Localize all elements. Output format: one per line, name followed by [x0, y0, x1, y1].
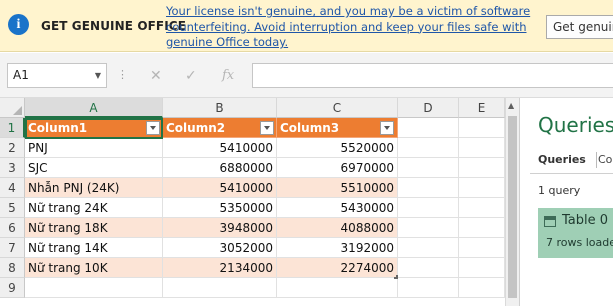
select-all-corner[interactable]	[0, 98, 25, 118]
empty-cell[interactable]	[398, 238, 459, 258]
enter-icon[interactable]: ✓	[185, 68, 197, 84]
notification-message-link[interactable]: Your license isn't genuine, and you may …	[166, 4, 538, 51]
chevron-down-icon[interactable]: ▼	[95, 64, 101, 87]
table-cell[interactable]: SJC	[25, 158, 163, 178]
empty-cell[interactable]	[398, 118, 459, 138]
row-header-9[interactable]: 9	[0, 278, 25, 298]
empty-cell[interactable]	[459, 278, 505, 298]
empty-cell[interactable]	[459, 118, 505, 138]
table-cell[interactable]: 6880000	[163, 158, 277, 178]
table-cell[interactable]: Nữ trang 10K	[25, 258, 163, 278]
pane-title: Queries & Connections	[538, 113, 613, 137]
scrollbar-thumb[interactable]	[508, 116, 517, 298]
empty-cell[interactable]	[398, 218, 459, 238]
vertical-scrollbar[interactable]: ▲	[505, 98, 519, 306]
table-cell[interactable]: 5520000	[277, 138, 398, 158]
table-cell[interactable]: 2274000	[277, 258, 398, 278]
empty-cell[interactable]	[459, 178, 505, 198]
empty-cell[interactable]	[398, 278, 459, 298]
empty-cell[interactable]	[277, 278, 398, 298]
worksheet-grid[interactable]: A B C D E 1 2 3 4 5 6 7 8 9 Column1 Colu…	[0, 98, 519, 306]
tab-queries[interactable]: Queries	[538, 153, 586, 166]
table-cell[interactable]: 2134000	[163, 258, 277, 278]
filter-dropdown-icon[interactable]	[260, 121, 274, 135]
excel-window: i GET GENUINE OFFICE Your license isn't …	[0, 0, 613, 306]
genuine-office-notification: i GET GENUINE OFFICE Your license isn't …	[0, 0, 613, 52]
query-rows-loaded: 7 rows loaded.	[546, 236, 613, 249]
table-header-cell[interactable]: Column1	[25, 118, 163, 138]
header-label: Column2	[166, 121, 226, 135]
row-header-1[interactable]: 1	[0, 118, 25, 138]
grip-dots-icon: ⋮	[117, 68, 128, 81]
filter-dropdown-icon[interactable]	[380, 121, 394, 135]
empty-cell[interactable]	[25, 278, 163, 298]
row-header-2[interactable]: 2	[0, 138, 25, 158]
cancel-icon[interactable]: ✕	[150, 68, 162, 84]
queries-connections-pane: Queries & Connections Queries Connection…	[519, 98, 613, 306]
table-cell[interactable]: 3052000	[163, 238, 277, 258]
row-header-6[interactable]: 6	[0, 218, 25, 238]
column-header-e[interactable]: E	[459, 98, 505, 118]
insert-function-icon[interactable]: fx	[222, 68, 234, 83]
table-cell[interactable]: 5350000	[163, 198, 277, 218]
table-cell[interactable]: Nữ trang 14K	[25, 238, 163, 258]
empty-cell[interactable]	[459, 158, 505, 178]
header-label: Column1	[28, 121, 88, 135]
table-cell[interactable]: Nữ trang 24K	[25, 198, 163, 218]
column-header-c[interactable]: C	[277, 98, 398, 118]
query-item[interactable]: Table 0 7 rows loaded.	[538, 208, 613, 258]
table-cell[interactable]: PNJ	[25, 138, 163, 158]
table-cell[interactable]: Nữ trang 18K	[25, 218, 163, 238]
tab-connections[interactable]: Connections	[598, 153, 613, 166]
table-resize-handle[interactable]	[394, 275, 398, 279]
notification-title: GET GENUINE OFFICE	[41, 19, 186, 33]
row-header-8[interactable]: 8	[0, 258, 25, 278]
query-count: 1 query	[538, 184, 581, 197]
name-box[interactable]: A1 ▼	[7, 63, 107, 88]
row-header-3[interactable]: 3	[0, 158, 25, 178]
table-cell[interactable]: 5510000	[277, 178, 398, 198]
empty-cell[interactable]	[459, 198, 505, 218]
table-cell[interactable]: 5430000	[277, 198, 398, 218]
column-header-a[interactable]: A	[25, 98, 163, 118]
empty-cell[interactable]	[398, 178, 459, 198]
table-cell[interactable]: 5410000	[163, 178, 277, 198]
scroll-up-icon[interactable]: ▲	[508, 101, 514, 110]
formula-input[interactable]	[252, 63, 613, 88]
empty-cell[interactable]	[163, 278, 277, 298]
empty-cell[interactable]	[398, 198, 459, 218]
query-name: Table 0	[562, 213, 609, 228]
empty-cell[interactable]	[398, 258, 459, 278]
table-icon	[544, 216, 556, 227]
pane-divider	[530, 173, 613, 174]
empty-cell[interactable]	[398, 158, 459, 178]
name-box-value: A1	[13, 68, 29, 82]
row-header-5[interactable]: 5	[0, 198, 25, 218]
table-cell[interactable]: 5410000	[163, 138, 277, 158]
table-cell[interactable]: 3948000	[163, 218, 277, 238]
row-header-7[interactable]: 7	[0, 238, 25, 258]
empty-cell[interactable]	[459, 218, 505, 238]
formula-bar: A1 ▼ ⋮ ✕ ✓ fx	[0, 53, 613, 98]
empty-cell[interactable]	[459, 138, 505, 158]
header-label: Column3	[280, 121, 340, 135]
table-cell[interactable]: Nhẫn PNJ (24K)	[25, 178, 163, 198]
column-header-b[interactable]: B	[163, 98, 277, 118]
filter-dropdown-icon[interactable]	[146, 121, 160, 135]
empty-cell[interactable]	[459, 258, 505, 278]
table-cell[interactable]: 6970000	[277, 158, 398, 178]
info-icon: i	[8, 14, 29, 35]
empty-cell[interactable]	[398, 138, 459, 158]
get-genuine-office-button[interactable]: Get genuine Office	[546, 15, 613, 39]
column-header-d[interactable]: D	[398, 98, 459, 118]
table-cell[interactable]: 3192000	[277, 238, 398, 258]
table-cell[interactable]: 4088000	[277, 218, 398, 238]
row-header-4[interactable]: 4	[0, 178, 25, 198]
empty-cell[interactable]	[459, 238, 505, 258]
tab-divider	[596, 152, 597, 168]
